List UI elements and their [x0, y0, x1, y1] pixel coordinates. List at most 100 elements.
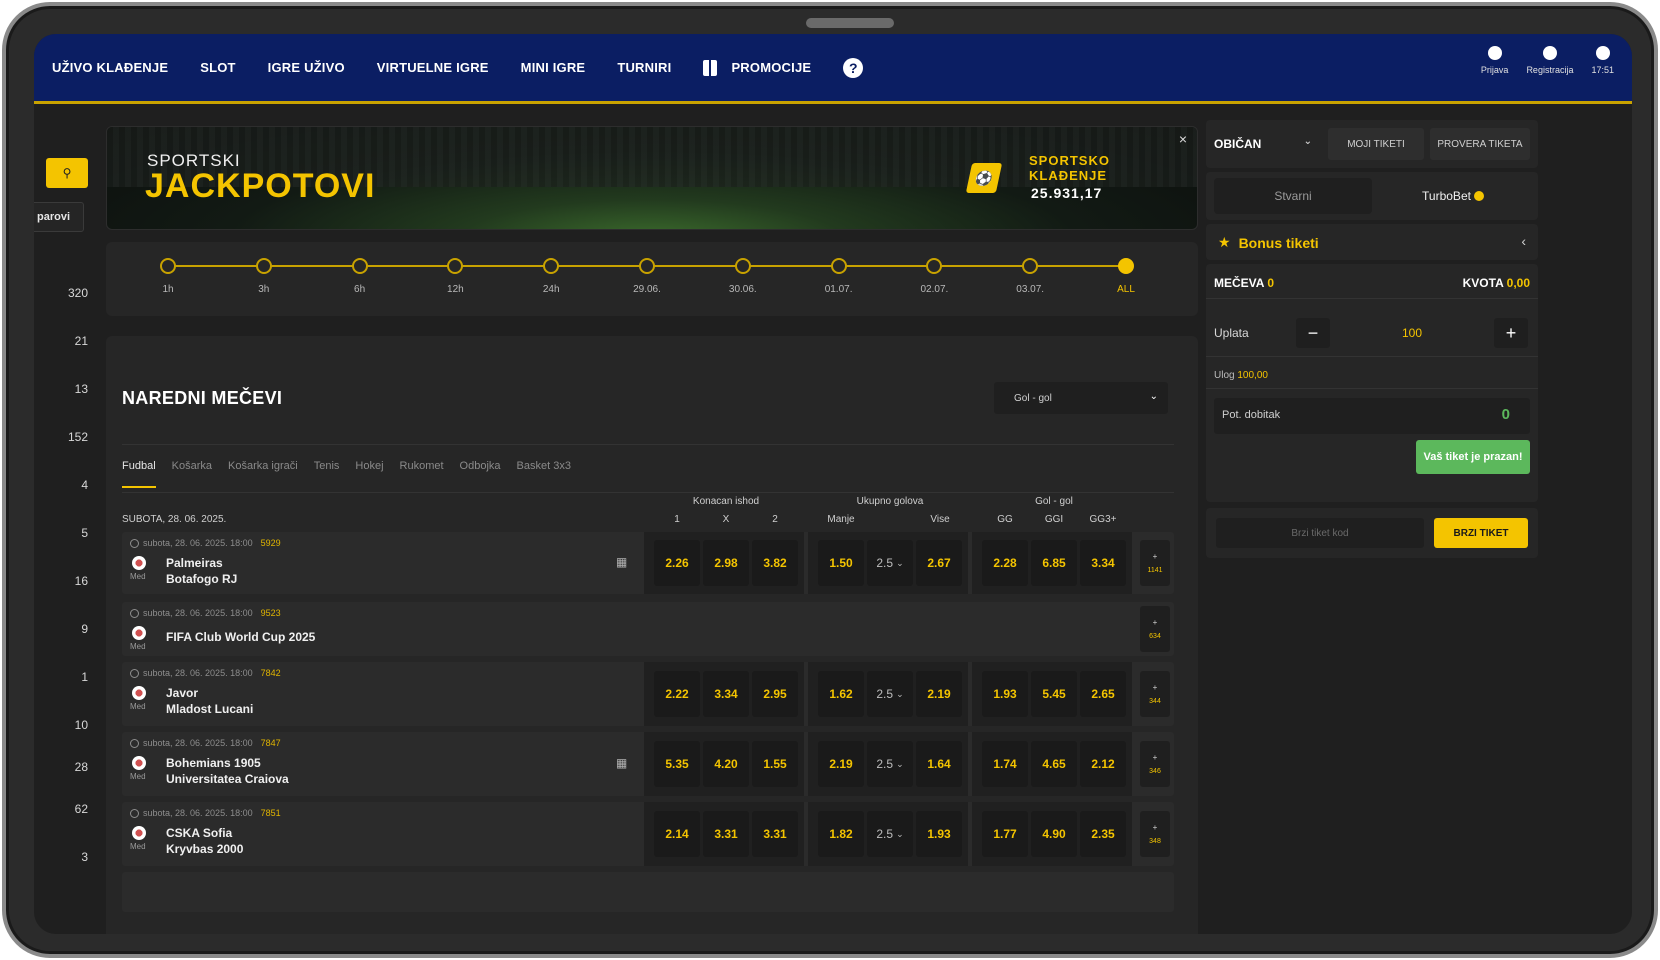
- ticket-type-select[interactable]: OBIČAN ⌄: [1206, 128, 1316, 160]
- odd-button[interactable]: 6.85: [1031, 540, 1077, 586]
- odd-button[interactable]: 3.31: [703, 811, 749, 857]
- stake-input[interactable]: 100: [1330, 318, 1494, 348]
- sport-count[interactable]: 4: [34, 478, 88, 492]
- timeline-point[interactable]: [1118, 258, 1134, 274]
- sport-tab[interactable]: Rukomet: [400, 460, 444, 488]
- odd-button[interactable]: 1.64: [916, 741, 962, 787]
- nav-promotions[interactable]: PROMOCIJE: [703, 59, 811, 76]
- goal-line-select[interactable]: 2.5 ⌄: [867, 671, 913, 717]
- sport-count[interactable]: 21: [34, 334, 88, 348]
- odd-button[interactable]: 2.22: [654, 671, 700, 717]
- nav-mini-games[interactable]: MINI IGRE: [521, 60, 586, 75]
- chevron-left-icon[interactable]: ‹: [1521, 233, 1526, 249]
- parovi-filter[interactable]: parovi: [34, 202, 84, 232]
- match-row[interactable]: subota, 28. 06. 2025. 18:00 5929 Med Palmei…: [122, 532, 1174, 594]
- timeline-label[interactable]: 29.06.: [617, 284, 677, 295]
- timeline-label[interactable]: 30.06.: [713, 284, 773, 295]
- timeline-label[interactable]: 03.07.: [1000, 284, 1060, 295]
- timeline-label[interactable]: 02.07.: [904, 284, 964, 295]
- odd-button[interactable]: 1.50: [818, 540, 864, 586]
- search-button[interactable]: ⚲: [46, 158, 88, 188]
- timeline-point[interactable]: [830, 258, 847, 274]
- odd-button[interactable]: 3.31: [752, 811, 798, 857]
- login-button[interactable]: Prijava: [1481, 46, 1508, 75]
- odd-button[interactable]: 4.90: [1031, 811, 1077, 857]
- odd-button[interactable]: 3.82: [752, 540, 798, 586]
- toggle-turbobet[interactable]: TurboBet: [1376, 178, 1530, 214]
- match-row[interactable]: subota, 28. 06. 2025. 18:00 9523 Med FIFA C…: [122, 602, 1174, 656]
- odd-button[interactable]: 1.93: [916, 811, 962, 857]
- odd-button[interactable]: 2.95: [752, 671, 798, 717]
- odd-button[interactable]: 1.55: [752, 741, 798, 787]
- nav-virtual-games[interactable]: VIRTUELNE IGRE: [377, 60, 489, 75]
- sport-count[interactable]: 16: [34, 574, 88, 588]
- sport-tab[interactable]: Košarka igrači: [228, 460, 298, 488]
- odd-button[interactable]: 2.14: [654, 811, 700, 857]
- sport-count[interactable]: 5: [34, 526, 88, 540]
- odd-button[interactable]: 2.65: [1080, 671, 1126, 717]
- match-row[interactable]: subota, 28. 06. 2025. 18:00 7847 Med Bohemi…: [122, 732, 1174, 796]
- goal-line-select[interactable]: 2.5 ⌄: [867, 741, 913, 787]
- toggle-real[interactable]: Stvarni: [1214, 178, 1372, 214]
- sport-tab[interactable]: Fudbal: [122, 460, 156, 488]
- timeline-label[interactable]: 24h: [521, 284, 581, 295]
- odd-button[interactable]: 2.35: [1080, 811, 1126, 857]
- live-stream-icon[interactable]: ▦: [616, 555, 627, 569]
- sport-tab[interactable]: Košarka: [172, 460, 212, 488]
- sport-tab[interactable]: Odbojka: [460, 460, 501, 488]
- nav-live-games[interactable]: IGRE UŽIVO: [268, 60, 345, 75]
- stake-decrease-button[interactable]: −: [1296, 318, 1330, 348]
- nav-live-betting[interactable]: UŽIVO KLAĐENJE: [52, 60, 168, 75]
- quick-ticket-input[interactable]: Brzi tiket kod: [1216, 518, 1424, 548]
- sport-tab[interactable]: Basket 3x3: [517, 460, 571, 488]
- sport-count[interactable]: 320: [34, 286, 88, 300]
- nav-slot[interactable]: SLOT: [200, 60, 235, 75]
- my-tickets-tab[interactable]: MOJI TIKETI: [1328, 128, 1424, 160]
- timeline-label[interactable]: 3h: [234, 284, 294, 295]
- sport-count[interactable]: 1: [34, 670, 88, 684]
- empty-ticket-button[interactable]: Vaš tiket je prazan!: [1416, 440, 1530, 474]
- register-button[interactable]: Registracija: [1526, 46, 1573, 75]
- odd-button[interactable]: 5.35: [654, 741, 700, 787]
- timeline-label[interactable]: 12h: [425, 284, 485, 295]
- timeline-label[interactable]: 6h: [330, 284, 390, 295]
- timeline-point[interactable]: [926, 258, 943, 274]
- quick-ticket-button[interactable]: BRZI TIKET: [1434, 518, 1528, 548]
- match-row[interactable]: [122, 872, 1174, 912]
- close-icon[interactable]: ×: [1179, 131, 1187, 147]
- odd-button[interactable]: 2.19: [818, 741, 864, 787]
- odd-button[interactable]: 3.34: [703, 671, 749, 717]
- sport-count[interactable]: 9: [34, 622, 88, 636]
- match-row[interactable]: subota, 28. 06. 2025. 18:00 7851 Med CSKA S…: [122, 802, 1174, 866]
- more-markets-button[interactable]: +348: [1140, 811, 1170, 857]
- goal-line-select[interactable]: 2.5 ⌄: [867, 540, 913, 586]
- more-markets-button[interactable]: +344: [1140, 671, 1170, 717]
- odd-button[interactable]: 2.28: [982, 540, 1028, 586]
- more-markets-button[interactable]: +634: [1140, 606, 1170, 652]
- sport-count[interactable]: 152: [34, 430, 88, 444]
- odd-button[interactable]: 5.45: [1031, 671, 1077, 717]
- timeline-point[interactable]: [255, 258, 272, 274]
- jackpot-banner[interactable]: SPORTSKI JACKPOTOVI ⚽ SPORTSKO KLAĐENJE …: [106, 126, 1198, 230]
- timeline-point[interactable]: [351, 258, 368, 274]
- market-select[interactable]: Gol - gol ⌄: [994, 382, 1168, 414]
- timeline-point[interactable]: [734, 258, 751, 274]
- timeline-point[interactable]: [1022, 258, 1039, 274]
- odd-button[interactable]: 3.34: [1080, 540, 1126, 586]
- odd-button[interactable]: 4.65: [1031, 741, 1077, 787]
- timeline-label[interactable]: 01.07.: [809, 284, 869, 295]
- timeline-point[interactable]: [543, 258, 560, 274]
- sport-tab[interactable]: Tenis: [314, 460, 340, 488]
- odd-button[interactable]: 2.19: [916, 671, 962, 717]
- sport-count[interactable]: 28: [34, 760, 88, 774]
- more-markets-button[interactable]: +346: [1140, 741, 1170, 787]
- sport-count[interactable]: 13: [34, 382, 88, 396]
- timeline-label[interactable]: ALL: [1096, 284, 1156, 295]
- bonus-tickets-section[interactable]: ★ Bonus tiketi ‹: [1206, 224, 1538, 260]
- timeline-point[interactable]: [160, 258, 176, 274]
- timeline-point[interactable]: [639, 258, 655, 274]
- odd-button[interactable]: 1.62: [818, 671, 864, 717]
- odd-button[interactable]: 4.20: [703, 741, 749, 787]
- check-ticket-tab[interactable]: PROVERA TIKETA: [1430, 128, 1530, 160]
- odd-button[interactable]: 1.82: [818, 811, 864, 857]
